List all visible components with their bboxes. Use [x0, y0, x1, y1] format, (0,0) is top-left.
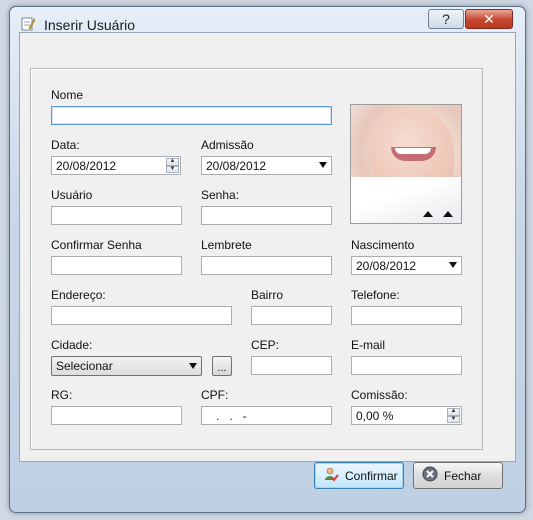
photo-up-arrow-icon-2[interactable]: [443, 211, 453, 217]
window-title: Inserir Usuário: [44, 17, 136, 33]
lembrete-input[interactable]: [201, 256, 332, 275]
chevron-down-icon[interactable]: [189, 363, 197, 369]
comissao-spinner[interactable]: ▲ ▼: [447, 408, 460, 423]
cep-input[interactable]: [251, 356, 332, 375]
bairro-label: Bairro: [251, 288, 284, 302]
senha-label: Senha:: [201, 188, 240, 202]
notepad-icon: [20, 16, 36, 32]
close-window-button[interactable]: ✕: [465, 9, 513, 29]
nascimento-value: 20/08/2012: [356, 258, 417, 273]
fechar-label: Fechar: [444, 468, 482, 483]
lembrete-label: Lembrete: [201, 238, 252, 252]
data-value: 20/08/2012: [56, 158, 117, 173]
chevron-down-icon[interactable]: [319, 162, 327, 168]
photo-up-arrow-icon[interactable]: [423, 211, 433, 217]
usuario-label: Usuário: [51, 188, 93, 202]
help-button[interactable]: ?: [428, 9, 464, 29]
email-input[interactable]: [351, 356, 462, 375]
usuario-input[interactable]: [51, 206, 182, 225]
data-picker[interactable]: 20/08/2012 ▲ ▼: [51, 156, 181, 175]
spin-up-icon: ▲: [166, 158, 179, 166]
user-confirm-icon: [323, 466, 339, 485]
email-label: E-mail: [351, 338, 386, 352]
dialog-client-area: Nome Data: 20/08/2012 ▲ ▼ Admissão 20/08/…: [19, 32, 516, 462]
nascimento-picker[interactable]: 20/08/2012: [351, 256, 462, 275]
fechar-button[interactable]: Fechar: [413, 462, 503, 489]
chevron-down-icon[interactable]: [449, 262, 457, 268]
comissao-label: Comissão:: [351, 388, 408, 402]
spin-down-icon: ▼: [447, 415, 460, 423]
dialog-window: Inserir Usuário ? ✕ Nome Data: 20/08/201…: [9, 6, 526, 513]
cpf-input[interactable]: . . -: [201, 406, 332, 425]
rg-input[interactable]: [51, 406, 182, 425]
telefone-label: Telefone:: [351, 288, 400, 302]
close-icon: ✕: [483, 10, 495, 27]
help-icon: ?: [442, 11, 450, 27]
user-photo[interactable]: [350, 104, 462, 224]
admissao-picker[interactable]: 20/08/2012: [201, 156, 332, 175]
cpf-label: CPF:: [201, 388, 229, 402]
confirmar-senha-input[interactable]: [51, 256, 182, 275]
cidade-value: Selecionar: [56, 359, 113, 373]
nome-input[interactable]: [51, 106, 332, 125]
form-groupbox: Nome Data: 20/08/2012 ▲ ▼ Admissão 20/08/…: [30, 68, 483, 450]
admissao-value: 20/08/2012: [206, 158, 267, 173]
endereco-label: Endereço:: [51, 288, 106, 302]
telefone-input[interactable]: [351, 306, 462, 325]
confirmar-label: Confirmar: [345, 468, 398, 483]
data-spinner[interactable]: ▲ ▼: [166, 158, 179, 173]
cep-label: CEP:: [251, 338, 280, 352]
cidade-select[interactable]: Selecionar: [51, 356, 202, 376]
cidade-label: Cidade:: [51, 338, 93, 352]
senha-input[interactable]: [201, 206, 332, 225]
admissao-label: Admissão: [201, 138, 254, 152]
spin-up-icon: ▲: [447, 408, 460, 416]
comissao-input[interactable]: 0,00 % ▲ ▼: [351, 406, 462, 425]
data-label: Data:: [51, 138, 80, 152]
confirmar-senha-label: Confirmar Senha: [51, 238, 142, 252]
cpf-mask: . . -: [206, 408, 247, 423]
nascimento-label: Nascimento: [351, 238, 415, 252]
endereco-input[interactable]: [51, 306, 232, 325]
comissao-value: 0,00 %: [356, 408, 394, 423]
close-circle-icon: [422, 466, 438, 485]
confirmar-button[interactable]: Confirmar: [314, 462, 404, 489]
bairro-input[interactable]: [251, 306, 332, 325]
browse-cidade-button[interactable]: ...: [212, 356, 232, 376]
ellipsis-label: ...: [217, 362, 227, 374]
nome-label: Nome: [51, 88, 84, 102]
rg-label: RG:: [51, 388, 73, 402]
spin-down-icon: ▼: [166, 165, 179, 173]
